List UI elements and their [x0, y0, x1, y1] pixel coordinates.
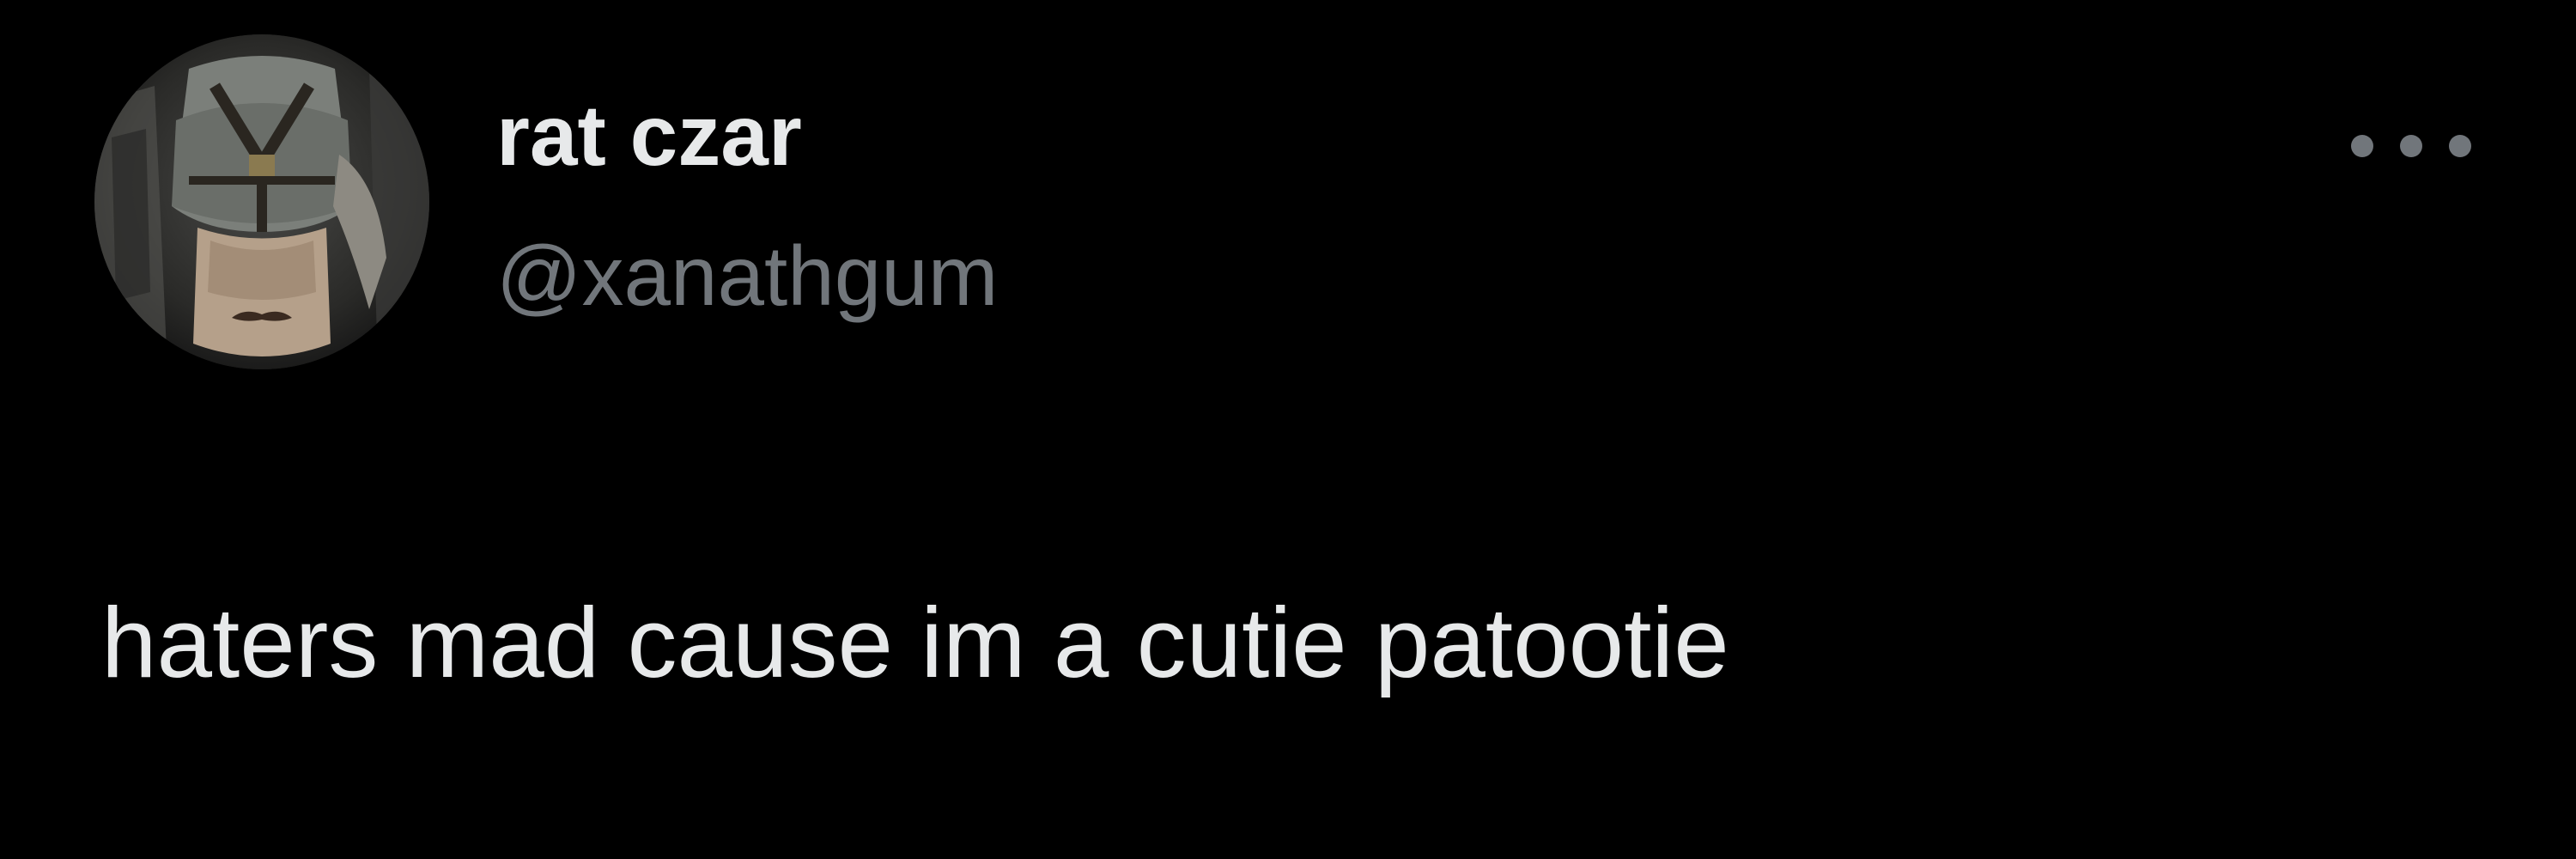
avatar-image	[94, 34, 429, 369]
ellipsis-icon	[2449, 135, 2471, 157]
tweet-card: rat czar @xanathgum haters mad cause im …	[0, 0, 2576, 859]
ellipsis-icon	[2351, 135, 2373, 157]
author-handle[interactable]: @xanathgum	[496, 234, 998, 318]
ellipsis-icon	[2400, 135, 2422, 157]
tweet-text: haters mad cause im a cutie patootie	[101, 587, 1729, 698]
author-display-name[interactable]: rat czar	[496, 93, 802, 179]
more-options-button[interactable]	[2351, 129, 2471, 163]
avatar[interactable]	[94, 34, 429, 369]
